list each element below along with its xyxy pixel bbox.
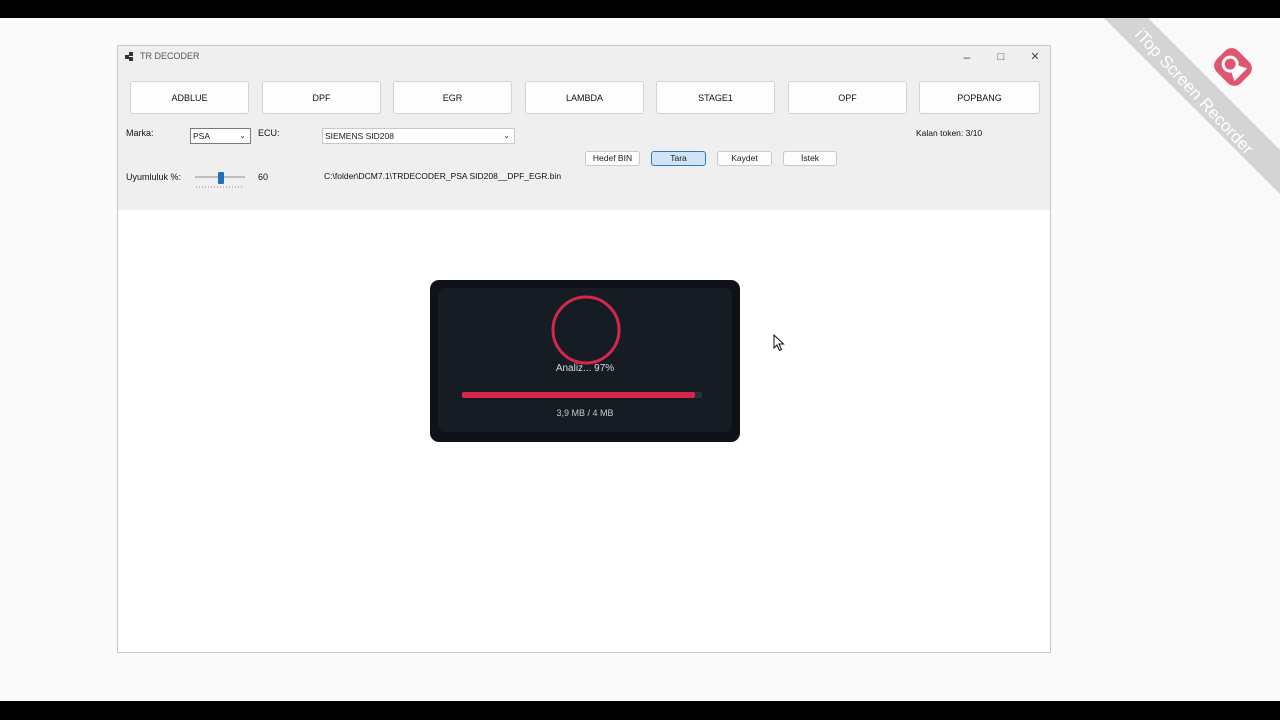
ecu-select[interactable]: SIEMENS SID208 ⌄	[322, 128, 515, 144]
maximize-button[interactable]: □	[984, 46, 1018, 68]
progress-bar	[462, 392, 702, 398]
letterbox-top	[0, 0, 1280, 18]
title-bar[interactable]: TR DECODER – □ ✕	[118, 46, 1050, 68]
analysis-panel: Analiz... 97% 3,9 MB / 4 MB	[438, 288, 732, 432]
chevron-down-icon: ⌄	[239, 131, 246, 140]
transfer-size: 3,9 MB / 4 MB	[556, 408, 614, 418]
save-button[interactable]: Kaydet	[717, 151, 772, 166]
request-button[interactable]: İstek	[783, 151, 837, 166]
app-window: TR DECODER – □ ✕ ADBLUE DPF EGR LAMBDA S…	[117, 45, 1051, 653]
compat-label: Uyumluluk %:	[126, 172, 182, 182]
itop-recorder-logo-icon	[1214, 48, 1252, 86]
mode-button-opf[interactable]: OPF	[788, 81, 907, 114]
mode-button-egr[interactable]: EGR	[393, 81, 512, 114]
analysis-dialog: Analiz... 97% 3,9 MB / 4 MB	[430, 280, 740, 442]
brand-select[interactable]: PSA ⌄	[190, 128, 251, 144]
letterbox-bottom	[0, 701, 1280, 720]
mode-button-dpf[interactable]: DPF	[262, 81, 381, 114]
app-logo-icon	[125, 52, 134, 61]
mode-button-stage1[interactable]: STAGE1	[656, 81, 775, 114]
toolbar-panel: ADBLUE DPF EGR LAMBDA STAGE1 OPF POPBANG…	[118, 68, 1050, 210]
brand-label: Marka:	[126, 128, 154, 138]
slider-ticks	[196, 186, 244, 188]
compat-slider[interactable]	[195, 168, 245, 190]
minimize-button[interactable]: –	[950, 46, 984, 68]
mode-button-lambda[interactable]: LAMBDA	[525, 81, 644, 114]
mode-button-adblue[interactable]: ADBLUE	[130, 81, 249, 114]
compat-value: 60	[258, 172, 269, 182]
spinner-ring-icon	[551, 295, 621, 365]
mode-button-popbang[interactable]: POPBANG	[919, 81, 1040, 114]
scan-button[interactable]: Tara	[651, 151, 706, 166]
mouse-cursor-icon	[773, 334, 785, 352]
brand-select-value: PSA	[193, 131, 211, 141]
token-counter: Kalan token: 3/10	[916, 128, 983, 138]
chevron-down-icon: ⌄	[503, 131, 510, 140]
progress-fill	[462, 392, 695, 398]
ecu-select-value: SIEMENS SID208	[325, 131, 394, 141]
close-button[interactable]: ✕	[1018, 46, 1052, 68]
ecu-label: ECU:	[258, 128, 280, 138]
window-title: TR DECODER	[140, 51, 200, 61]
slider-thumb[interactable]	[218, 172, 224, 184]
analysis-status: Analiz... 97%	[555, 363, 615, 374]
file-path: C:\folder\DCM7.1\TRDECODER_PSA SID208__D…	[324, 171, 562, 181]
target-bin-button[interactable]: Hedef BIN	[585, 151, 640, 166]
